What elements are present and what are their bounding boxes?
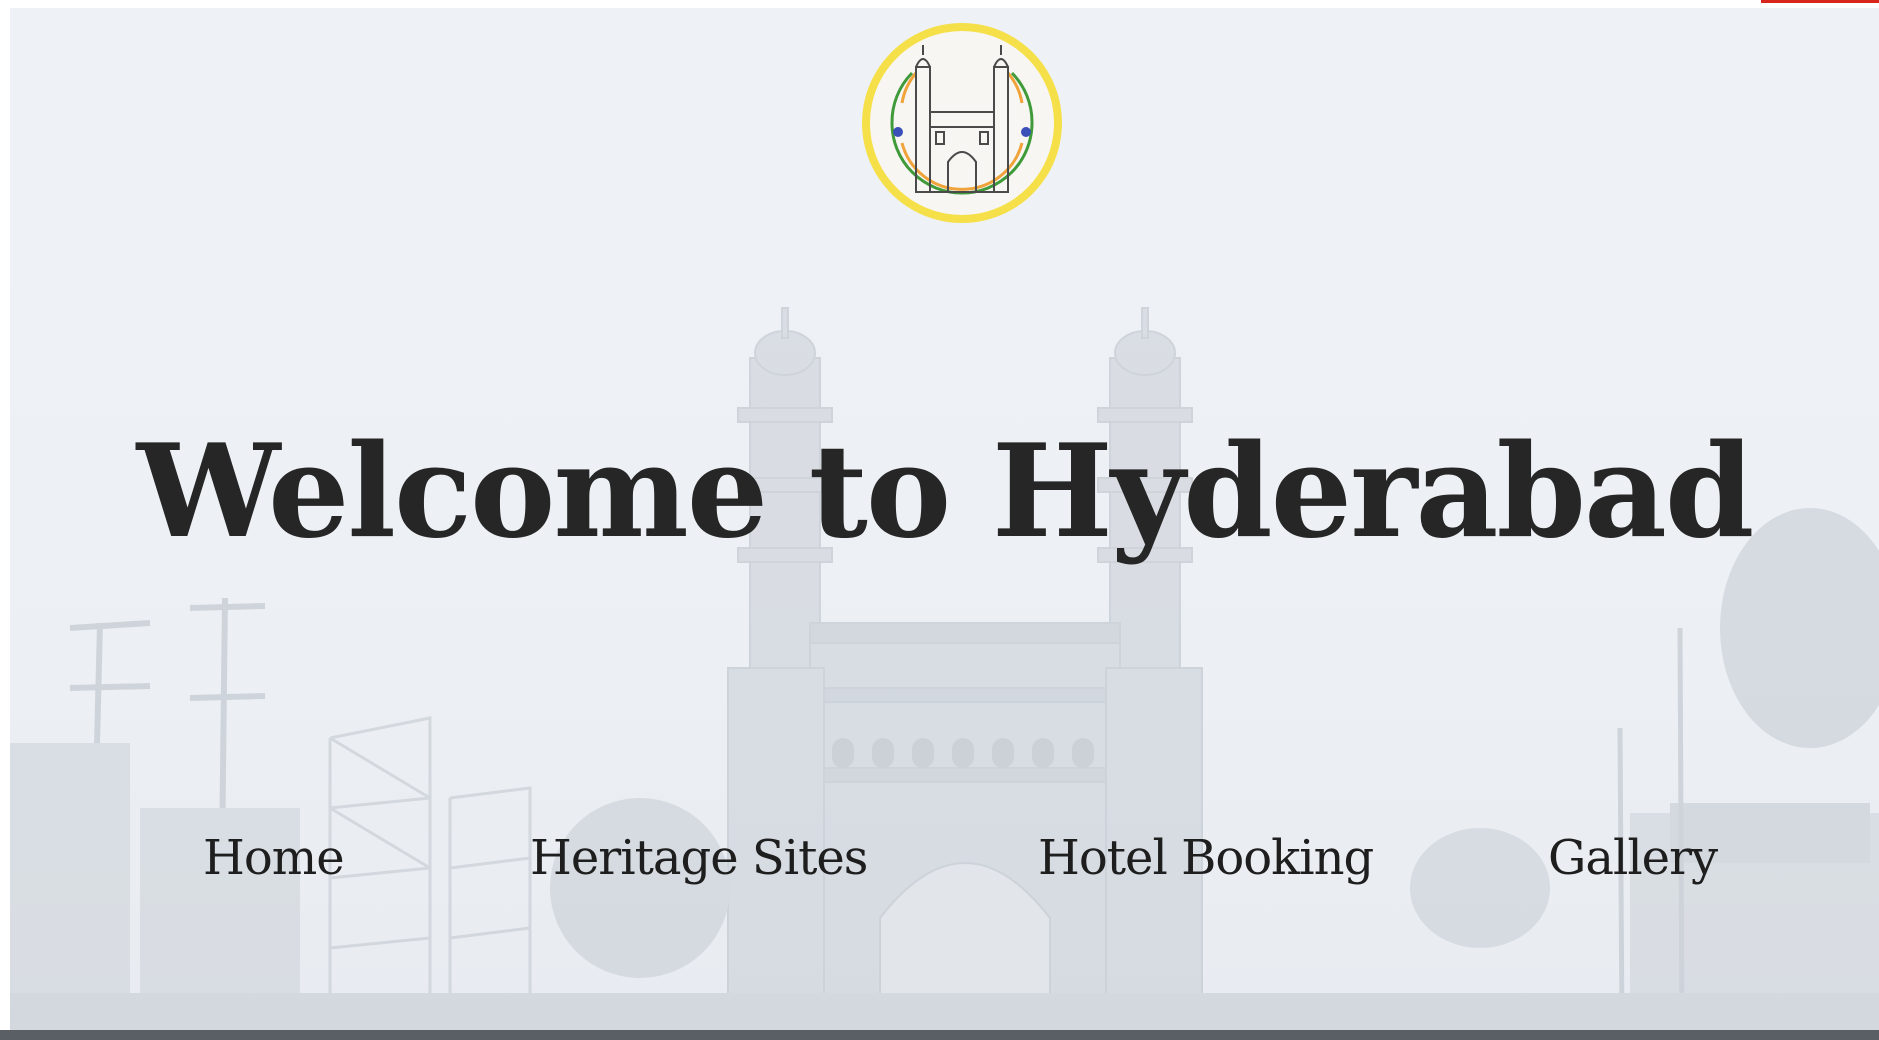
main-navigation: Home Heritage Sites Hotel Booking Galler…: [10, 830, 1879, 900]
nav-link-home[interactable]: Home: [203, 830, 345, 886]
nav-link-gallery[interactable]: Gallery: [1548, 830, 1718, 886]
charminar-emblem-icon[interactable]: [856, 17, 1068, 229]
nav-link-heritage-sites[interactable]: Heritage Sites: [530, 830, 868, 886]
browser-viewport: Welcome to Hyderabad Home Heritage Sites…: [0, 0, 1879, 1040]
bottom-edge-bar: [0, 1030, 1879, 1040]
top-accent-bar: [1761, 0, 1879, 3]
page-title: Welcome to Hyderabad: [136, 417, 1755, 567]
nav-link-hotel-booking[interactable]: Hotel Booking: [1038, 830, 1374, 886]
hero-section: Welcome to Hyderabad Home Heritage Sites…: [10, 8, 1879, 1030]
